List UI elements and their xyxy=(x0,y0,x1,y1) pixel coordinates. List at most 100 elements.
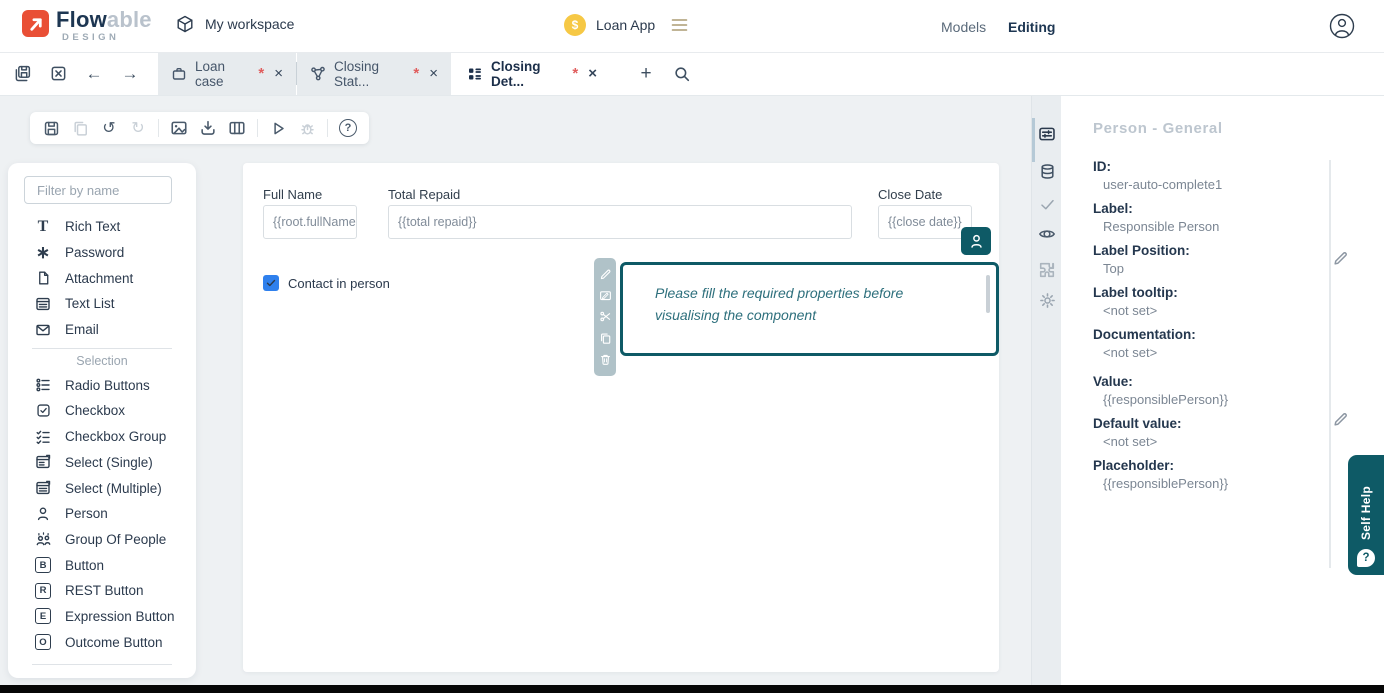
palette-item-group-of-people[interactable]: Group Of People xyxy=(8,527,196,553)
rail-validation-check-icon[interactable] xyxy=(1038,195,1056,213)
flowable-logo-icon xyxy=(22,10,49,37)
save-icon[interactable] xyxy=(42,119,60,137)
palette-item-select-single[interactable]: Select (Single) xyxy=(8,450,196,476)
rail-visibility-eye-icon[interactable] xyxy=(1038,225,1056,243)
palette-item-outcome-button[interactable]: O Outcome Button xyxy=(8,629,196,655)
palette-item-email[interactable]: Email xyxy=(8,317,196,343)
properties-scrollbar-track xyxy=(1329,160,1331,568)
canvas-toolbar: ↺ ↻ ? xyxy=(30,112,369,144)
total-repaid-input[interactable]: {{total repaid}} xyxy=(388,205,852,239)
close-tab-icon[interactable]: × xyxy=(274,65,283,82)
debug-bug-icon[interactable] xyxy=(298,119,316,137)
palette-item-rich-text[interactable]: T Rich Text xyxy=(8,214,196,240)
expression-button-icon: E xyxy=(35,608,51,624)
tab-closing-state[interactable]: Closing Stat... * × xyxy=(297,52,451,95)
checkbox-label: Contact in person xyxy=(288,276,390,291)
editor-tabbar: ← → Loan case * × Closing Stat... * × Cl… xyxy=(0,52,1384,96)
palette-item-attachment[interactable]: Attachment xyxy=(8,265,196,291)
close-date-input[interactable]: {{close date}} xyxy=(878,205,972,239)
play-preview-icon[interactable] xyxy=(269,119,287,137)
button-icon: B xyxy=(35,557,51,573)
active-rail-indicator xyxy=(1032,118,1035,162)
app-menu-icon[interactable] xyxy=(671,18,688,32)
checkbox-group-icon xyxy=(34,429,52,445)
properties-panel: Person - General ID: user-auto-complete1… xyxy=(1060,95,1384,685)
history-back-icon[interactable]: ← xyxy=(76,52,112,95)
toolbar-separator xyxy=(327,119,328,137)
edit-pencil-icon[interactable] xyxy=(599,268,612,281)
help-icon[interactable]: ? xyxy=(339,119,357,137)
copy-icon[interactable] xyxy=(599,332,612,345)
image-export-icon[interactable] xyxy=(170,119,188,137)
rail-general-properties-icon[interactable] xyxy=(1038,125,1056,143)
columns-layout-icon[interactable] xyxy=(228,119,246,137)
text-list-icon xyxy=(34,296,52,312)
component-scrollbar[interactable] xyxy=(986,275,990,313)
top-header: Flowable DESIGN My workspace $ Loan App … xyxy=(0,0,1384,53)
edit-value-pencil-icon[interactable] xyxy=(1332,411,1349,428)
palette-item-select-multiple[interactable]: Select (Multiple) xyxy=(8,475,196,501)
palette-item-person[interactable]: Person xyxy=(8,501,196,527)
unsaved-indicator: * xyxy=(413,69,419,79)
edit-note-icon[interactable] xyxy=(599,289,612,302)
select-single-icon xyxy=(34,454,52,470)
checkbox-icon xyxy=(34,403,52,418)
rail-extensions-puzzle-icon[interactable] xyxy=(1038,261,1056,279)
workspace-cube-icon xyxy=(175,14,195,34)
close-tab-icon[interactable]: × xyxy=(429,65,438,82)
delete-trash-icon[interactable] xyxy=(599,353,612,366)
palette-item-text-list[interactable]: Text List xyxy=(8,291,196,317)
checkbox-checked-icon xyxy=(263,275,279,291)
tab-label: Closing Stat... xyxy=(334,59,405,89)
field-label-close-date: Close Date xyxy=(878,187,942,202)
component-action-toolbar xyxy=(594,258,616,376)
duplicate-icon[interactable] xyxy=(71,119,89,137)
component-type-person-badge xyxy=(961,227,991,255)
form-grid-icon xyxy=(467,66,483,82)
tab-closing-details[interactable]: Closing Det... * × xyxy=(454,52,610,95)
cut-scissors-icon[interactable] xyxy=(599,310,612,323)
full-name-input[interactable]: {{root.fullName xyxy=(263,205,357,239)
redo-icon[interactable]: ↻ xyxy=(129,119,147,137)
prop-value: Value: {{responsiblePerson}} xyxy=(1093,373,1323,408)
outcome-button-icon: O xyxy=(35,634,51,650)
properties-title: Person - General xyxy=(1093,120,1223,137)
current-app[interactable]: $ Loan App xyxy=(564,14,688,36)
rail-data-model-icon[interactable] xyxy=(1038,162,1056,180)
search-tabs-icon[interactable] xyxy=(664,52,700,95)
history-forward-icon[interactable]: → xyxy=(112,52,148,95)
workspace-switcher[interactable]: My workspace xyxy=(175,14,294,34)
selected-person-component[interactable]: Please fill the required properties befo… xyxy=(620,262,999,356)
palette-item-rest-button[interactable]: R REST Button xyxy=(8,578,196,604)
prop-placeholder: Placeholder: {{responsiblePerson}} xyxy=(1093,457,1323,492)
prop-label-tooltip: Label tooltip: <not set> xyxy=(1093,284,1323,319)
nav-models[interactable]: Models xyxy=(941,19,986,35)
case-briefcase-icon xyxy=(171,66,187,82)
user-avatar-icon[interactable] xyxy=(1328,12,1356,40)
palette-item-button[interactable]: B Button xyxy=(8,552,196,578)
save-all-icon[interactable] xyxy=(4,52,40,95)
palette-item-radio-buttons[interactable]: Radio Buttons xyxy=(8,372,196,398)
nav-editing[interactable]: Editing xyxy=(1008,19,1055,35)
filter-input[interactable] xyxy=(24,176,172,204)
palette-item-checkbox[interactable]: Checkbox xyxy=(8,398,196,424)
unsaved-indicator: * xyxy=(572,69,578,79)
new-tab-icon[interactable]: + xyxy=(628,52,664,95)
self-help-tab[interactable]: Self Help ? xyxy=(1348,455,1384,575)
edit-general-pencil-icon[interactable] xyxy=(1332,250,1349,267)
import-icon[interactable] xyxy=(199,119,217,137)
close-all-icon[interactable] xyxy=(40,52,76,95)
group-of-people-icon xyxy=(34,531,52,547)
prop-default-value: Default value: <not set> xyxy=(1093,415,1323,450)
rail-settings-gear-icon[interactable] xyxy=(1038,291,1056,309)
rest-button-icon: R xyxy=(35,583,51,599)
password-asterisk-icon: ∗ xyxy=(34,248,52,258)
close-tab-icon[interactable]: × xyxy=(588,65,597,82)
tab-loan-case[interactable]: Loan case * × xyxy=(158,52,296,95)
undo-icon[interactable]: ↺ xyxy=(100,119,118,137)
palette-item-checkbox-group[interactable]: Checkbox Group xyxy=(8,424,196,450)
contact-in-person-checkbox[interactable]: Contact in person xyxy=(263,275,390,291)
palette-item-expression-button[interactable]: E Expression Button xyxy=(8,604,196,630)
palette-item-password[interactable]: ∗ Password xyxy=(8,240,196,266)
form-canvas[interactable]: Full Name {{root.fullName Total Repaid {… xyxy=(243,163,999,672)
